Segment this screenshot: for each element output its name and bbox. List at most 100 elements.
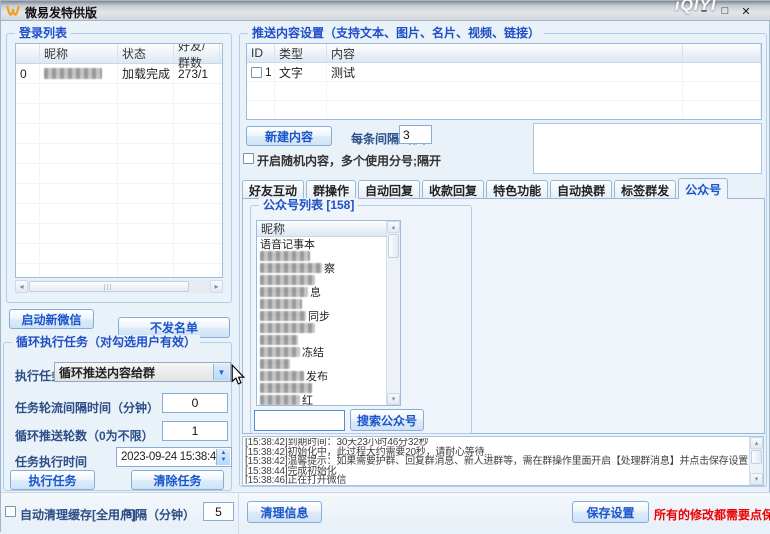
login-empty-cell [220,204,223,223]
tab-好友互动[interactable]: 好友互动 [242,180,304,199]
blurred-account-name [260,275,315,285]
login-empty-cell [174,124,220,143]
account-name-suffix: 同步 [308,308,330,324]
login-empty-cell [16,84,40,103]
task-time-picker[interactable]: 2023-09-24 15:38:41 ▲▼ [116,447,232,467]
content-empty-row [247,101,761,120]
task-interval-input[interactable] [162,393,228,413]
login-empty-row [16,224,222,244]
login-column-header: 状态 [118,44,174,63]
tab-自动回复[interactable]: 自动回复 [358,180,420,199]
login-list-panel: 登录列表 昵称状态好友/群数 0加载完成273/1 ◂ ▸ [6,33,232,303]
content-table-row[interactable]: 1文字测试 [247,63,761,82]
account-list-item[interactable]: 冻结 [257,346,386,358]
account-list-item[interactable] [257,250,386,262]
login-empty-cell [40,224,118,243]
task-rounds-label: 循环推送轮数（0为不限） [15,427,154,444]
login-empty-cell [40,264,118,278]
account-list-item[interactable] [257,274,386,286]
tab-收款回复[interactable]: 收款回复 [422,180,484,199]
account-list-item[interactable]: 同步 [257,310,386,322]
scroll-down-icon[interactable]: ▾ [750,473,763,485]
account-name-suffix: 察 [324,260,335,276]
scroll-down-icon[interactable]: ▾ [387,393,400,405]
content-table-body: 1文字测试 [247,63,761,120]
maximize-button[interactable]: □ [716,3,734,19]
login-row-count: 273/1 [174,64,220,83]
loop-task-title: 循环执行任务（对勾选用户有效） [12,335,200,350]
save-settings-button[interactable]: 保存设置 [572,501,649,523]
scroll-up-icon[interactable]: ▴ [750,437,763,449]
content-row-checkbox[interactable] [251,67,262,78]
tab-群操作[interactable]: 群操作 [306,180,356,199]
login-column-header: 昵称 [40,44,118,63]
v-scrollbar[interactable]: ▴ ▾ [386,221,400,405]
account-name-suffix: 发布 [306,368,328,384]
login-table: 昵称状态好友/群数 0加载完成273/1 [15,43,223,278]
login-empty-cell [220,224,223,243]
scroll-thumb[interactable] [751,450,762,464]
clean-interval-input[interactable] [203,502,234,521]
scroll-thumb[interactable] [388,234,399,258]
account-list-item[interactable]: 息 [257,286,386,298]
window-title: 微易发特供版 [25,4,97,21]
launch-wechat-button[interactable]: 启动新微信 [9,309,94,329]
account-search-button[interactable]: 搜索公众号 [350,409,424,431]
clear-task-button[interactable]: 清除任务 [131,470,224,490]
close-button[interactable]: ✕ [737,3,755,19]
tab-公众号[interactable]: 公众号 [678,178,728,199]
tab-标签群发[interactable]: 标签群发 [614,180,676,199]
auto-clean-checkbox[interactable] [5,506,16,517]
h-scrollbar[interactable]: ◂ ▸ [15,280,223,293]
tab-自动换群[interactable]: 自动换群 [550,180,612,199]
content-preview-box[interactable] [533,123,762,174]
push-interval-input[interactable] [399,125,432,144]
task-select[interactable]: 循环推送内容给群 ▼ [54,362,231,382]
scroll-left-icon[interactable]: ◂ [15,280,28,293]
task-rounds-input[interactable] [162,421,228,441]
account-list-item[interactable]: 发布 [257,370,386,382]
login-empty-row [16,244,222,264]
account-list-item[interactable]: 察 [257,262,386,274]
login-empty-cell [174,224,220,243]
chevron-down-icon[interactable]: ▼ [213,364,229,380]
loop-task-panel: 循环执行任务（对勾选用户有效） 执行任务 循环推送内容给群 ▼ 任务轮流间隔时间… [3,342,232,491]
login-row-status: 加载完成 [118,64,174,83]
login-empty-row [16,164,222,184]
content-column-header [683,44,761,62]
v-scrollbar[interactable]: ▴ ▾ [749,437,763,485]
login-table-row[interactable]: 0加载完成273/1 [16,64,222,84]
content-row-id: 1 [247,63,275,81]
app-window: 微易发特供版 iQIYI – □ ✕ 登录列表 昵称状态好友/群数 0加载完成2… [0,0,770,532]
content-row-cell [683,63,761,81]
scroll-right-icon[interactable]: ▸ [210,280,223,293]
login-empty-cell [40,124,118,143]
blurred-account-name [260,371,304,381]
login-empty-cell [174,244,220,263]
login-empty-row [16,184,222,204]
run-task-button[interactable]: 执行任务 [10,470,95,490]
blurred-account-name [260,263,322,273]
content-empty-cell [683,82,761,100]
account-list-item[interactable]: 红 [257,394,386,405]
tab-特色功能[interactable]: 特色功能 [486,180,548,199]
content-table: ID类型内容 1文字测试 [246,43,762,120]
random-content-checkbox[interactable] [243,153,254,164]
scroll-up-icon[interactable]: ▴ [387,221,400,233]
account-list-item[interactable]: 语音记事本 [257,238,386,250]
spinner-updown-icon[interactable]: ▲▼ [216,449,230,465]
blurred-account-name [260,323,315,333]
official-account-list: 昵称 语音记事本察息同步冻结发布红 ▴ ▾ [256,220,401,406]
account-name-suffix: 红 [302,392,313,405]
login-empty-cell [40,184,118,203]
clean-info-button[interactable]: 清理信息 [247,501,322,523]
scroll-thumb[interactable] [29,281,189,292]
login-empty-cell [220,144,223,163]
login-empty-cell [174,184,220,203]
new-content-button[interactable]: 新建内容 [246,126,332,146]
feature-tabs: 好友互动群操作自动回复收款回复特色功能自动换群标签群发公众号 [242,179,730,199]
account-search-input[interactable] [254,410,345,431]
official-account-panel: 公众号列表 [158] 昵称 语音记事本察息同步冻结发布红 ▴ ▾ 搜索公众号 [250,205,472,434]
clean-interval-label: 间隔（分钟） [123,506,195,523]
minimize-button[interactable]: – [695,3,713,19]
